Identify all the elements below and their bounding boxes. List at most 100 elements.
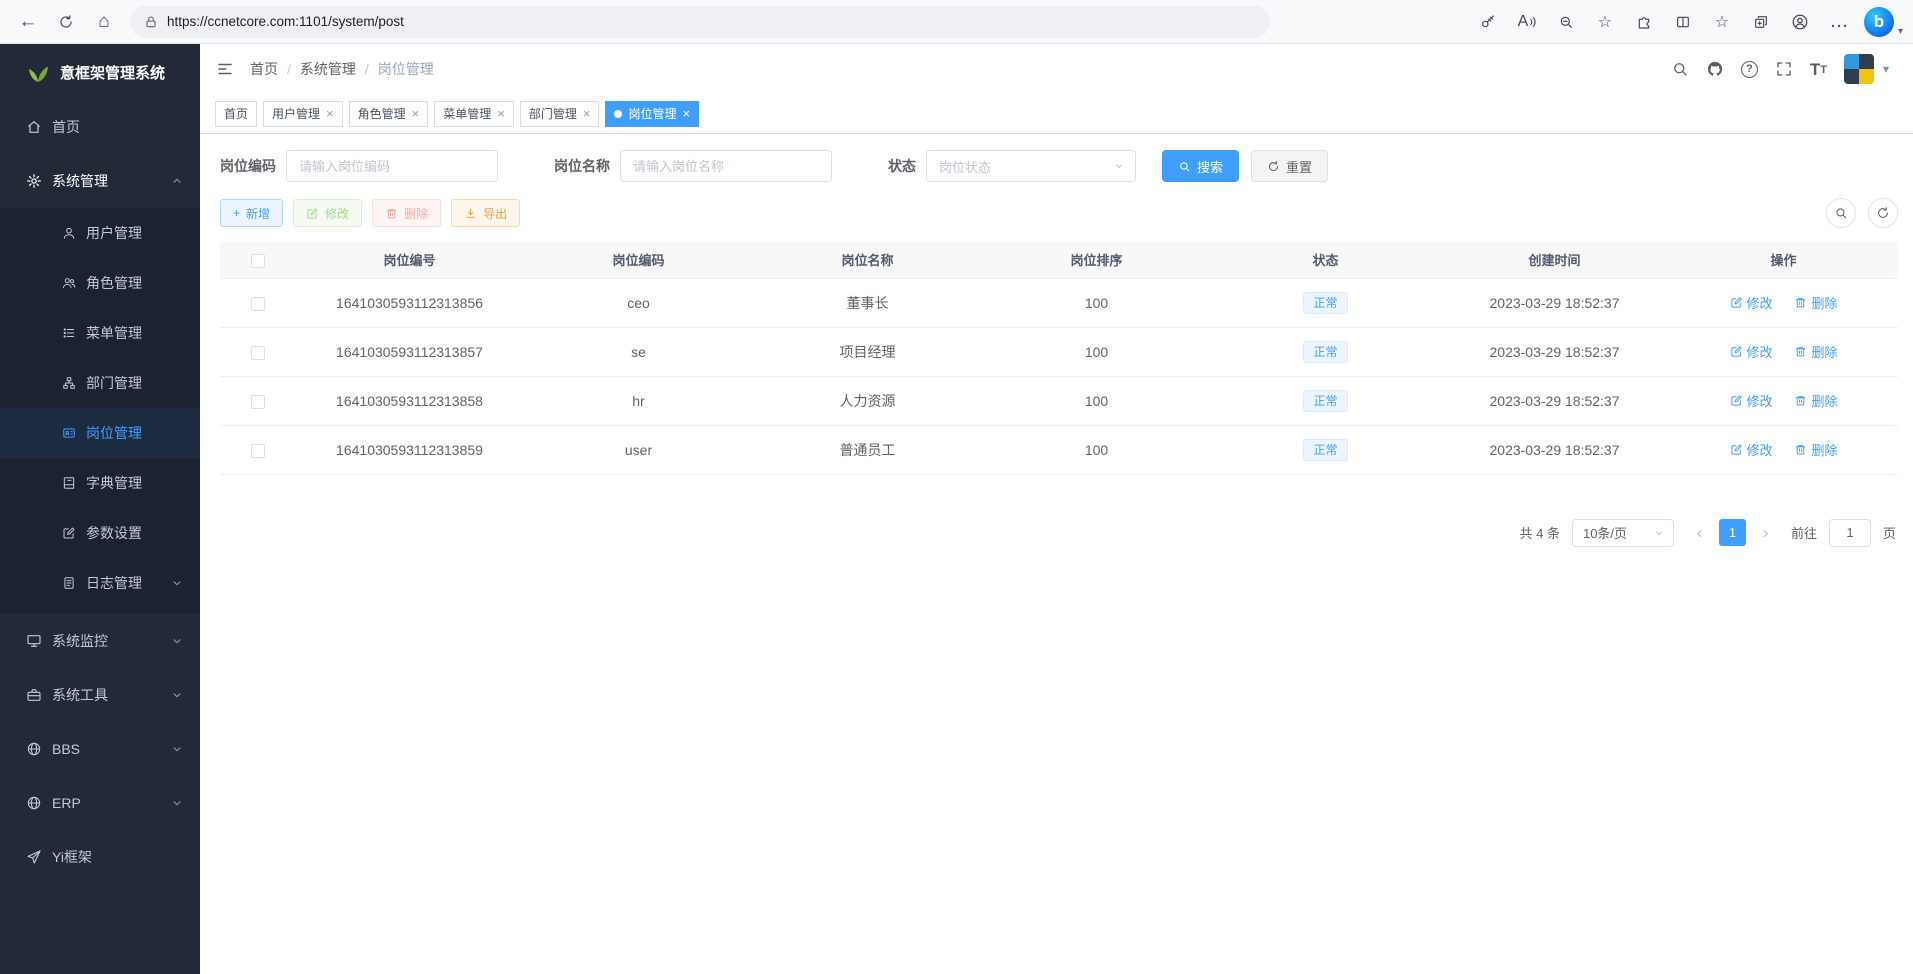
home-icon xyxy=(26,119,42,135)
breadcrumb-system[interactable]: 系统管理 xyxy=(300,59,356,79)
bing-button[interactable]: b xyxy=(1864,7,1894,37)
breadcrumb-home[interactable]: 首页 xyxy=(250,59,278,79)
sidebar-item-monitor[interactable]: 系统监控 xyxy=(0,614,200,668)
browser-home-button[interactable]: ⌂ xyxy=(86,5,122,39)
ellipsis-icon: … xyxy=(1829,11,1848,33)
paper-plane-icon xyxy=(26,849,42,865)
split-screen-button[interactable] xyxy=(1665,5,1701,39)
page-1-button[interactable]: 1 xyxy=(1719,519,1746,546)
toggle-search-button[interactable] xyxy=(1826,198,1856,228)
chevron-down-icon xyxy=(170,634,184,648)
row-edit-button[interactable]: 修改 xyxy=(1730,342,1773,361)
bing-icon: b xyxy=(1874,12,1884,32)
status-select[interactable]: 岗位状态 xyxy=(926,150,1136,182)
add-favorite-button[interactable]: ☆ xyxy=(1587,5,1623,39)
browser-menu-button[interactable]: … xyxy=(1821,5,1857,39)
row-edit-button[interactable]: 修改 xyxy=(1730,391,1773,410)
row-delete-button[interactable]: 删除 xyxy=(1794,293,1837,312)
collections-button[interactable] xyxy=(1743,5,1779,39)
sidebar-item-posts[interactable]: 岗位管理 xyxy=(0,408,200,458)
tab-home[interactable]: 首页 xyxy=(215,101,257,127)
sidebar-item-dictionary[interactable]: 字典管理 xyxy=(0,458,200,508)
row-checkbox[interactable] xyxy=(251,395,265,409)
password-manager-button[interactable] xyxy=(1470,5,1506,39)
close-icon[interactable]: × xyxy=(583,107,591,120)
row-delete-button[interactable]: 删除 xyxy=(1794,391,1837,410)
row-checkbox[interactable] xyxy=(251,444,265,458)
font-size-button[interactable]: TT xyxy=(1810,61,1827,78)
zoom-button[interactable] xyxy=(1548,5,1584,39)
row-edit-button[interactable]: 修改 xyxy=(1730,293,1773,312)
download-icon xyxy=(464,207,477,220)
page-size-select[interactable]: 10条/页 xyxy=(1572,519,1674,547)
search-button[interactable]: 搜索 xyxy=(1162,150,1239,182)
topbar: 首页 / 系统管理 / 岗位管理 ? TT ▾ xyxy=(200,44,1913,94)
user-avatar[interactable] xyxy=(1844,54,1874,84)
sidebar-item-logs[interactable]: 日志管理 xyxy=(0,558,200,608)
sidebar-item-erp[interactable]: ERP xyxy=(0,776,200,830)
browser-refresh-button[interactable] xyxy=(48,5,84,39)
sound-waves-icon xyxy=(1529,15,1536,29)
export-button[interactable]: 导出 xyxy=(451,199,520,227)
sidebar-item-parameters[interactable]: 参数设置 xyxy=(0,508,200,558)
sidebar-item-bbs[interactable]: BBS xyxy=(0,722,200,776)
add-button[interactable]: + 新增 xyxy=(220,199,283,227)
help-button[interactable]: ? xyxy=(1741,61,1758,78)
sidebar-item-roles[interactable]: 角色管理 xyxy=(0,258,200,308)
prev-page-button[interactable]: ‹ xyxy=(1686,519,1713,546)
tab-post-mgmt[interactable]: 岗位管理× xyxy=(605,101,699,127)
star-icon: ☆ xyxy=(1715,12,1729,32)
extensions-button[interactable] xyxy=(1626,5,1662,39)
bing-caret-icon: ▾ xyxy=(1898,26,1903,37)
status-badge: 正常 xyxy=(1303,439,1347,461)
close-icon[interactable]: × xyxy=(412,107,420,120)
favorites-button[interactable]: ☆ xyxy=(1704,5,1740,39)
fullscreen-button[interactable] xyxy=(1775,60,1793,78)
select-all-checkbox[interactable] xyxy=(251,254,265,268)
goto-page-input[interactable] xyxy=(1829,519,1871,547)
breadcrumb-separator: / xyxy=(365,61,369,77)
row-edit-button[interactable]: 修改 xyxy=(1730,440,1773,459)
sidebar-item-menus[interactable]: 菜单管理 xyxy=(0,308,200,358)
refresh-icon xyxy=(58,14,74,30)
row-checkbox[interactable] xyxy=(251,297,265,311)
profile-button[interactable] xyxy=(1782,5,1818,39)
sidebar-item-tools[interactable]: 系统工具 xyxy=(0,668,200,722)
cell-post-code: ceo xyxy=(524,278,753,327)
row-delete-button[interactable]: 删除 xyxy=(1794,440,1837,459)
reset-button[interactable]: 重置 xyxy=(1251,150,1328,182)
row-delete-button[interactable]: 删除 xyxy=(1794,342,1837,361)
browser-back-button[interactable]: ← xyxy=(10,5,46,39)
delete-button[interactable]: 删除 xyxy=(372,199,441,227)
post-name-input[interactable] xyxy=(620,150,832,182)
address-bar[interactable]: https://ccnetcore.com:1101/system/post xyxy=(130,6,1270,38)
github-button[interactable] xyxy=(1706,60,1724,78)
tab-role-mgmt[interactable]: 角色管理× xyxy=(349,101,429,127)
next-page-button[interactable]: › xyxy=(1752,519,1779,546)
sidebar-item-departments[interactable]: 部门管理 xyxy=(0,358,200,408)
sidebar-collapse-button[interactable] xyxy=(216,60,234,78)
header-search-button[interactable] xyxy=(1671,60,1689,78)
read-aloud-button[interactable]: A xyxy=(1509,5,1545,39)
tab-user-mgmt[interactable]: 用户管理× xyxy=(263,101,343,127)
edit-icon xyxy=(62,526,76,540)
sidebar-item-yi-framework[interactable]: Yi框架 xyxy=(0,830,200,884)
github-icon xyxy=(1706,60,1724,78)
cell-created: 2023-03-29 18:52:37 xyxy=(1440,327,1669,376)
refresh-table-button[interactable] xyxy=(1868,198,1898,228)
posts-table: 岗位编号 岗位编码 岗位名称 岗位排序 状态 创建时间 操作 164103059… xyxy=(220,242,1898,475)
cell-post-id: 1641030593112313858 xyxy=(295,376,524,425)
close-icon[interactable]: × xyxy=(326,107,334,120)
sidebar-item-home[interactable]: 首页 xyxy=(0,100,200,154)
post-code-input[interactable] xyxy=(286,150,498,182)
sidebar-item-users[interactable]: 用户管理 xyxy=(0,208,200,258)
users-icon xyxy=(62,276,76,290)
avatar-caret-icon[interactable]: ▾ xyxy=(1883,62,1889,76)
tab-dept-mgmt[interactable]: 部门管理× xyxy=(520,101,600,127)
close-icon[interactable]: × xyxy=(682,107,690,120)
close-icon[interactable]: × xyxy=(497,107,505,120)
tab-menu-mgmt[interactable]: 菜单管理× xyxy=(434,101,514,127)
sidebar-item-system-mgmt[interactable]: 系统管理 xyxy=(0,154,200,208)
edit-button[interactable]: 修改 xyxy=(293,199,362,227)
row-checkbox[interactable] xyxy=(251,346,265,360)
